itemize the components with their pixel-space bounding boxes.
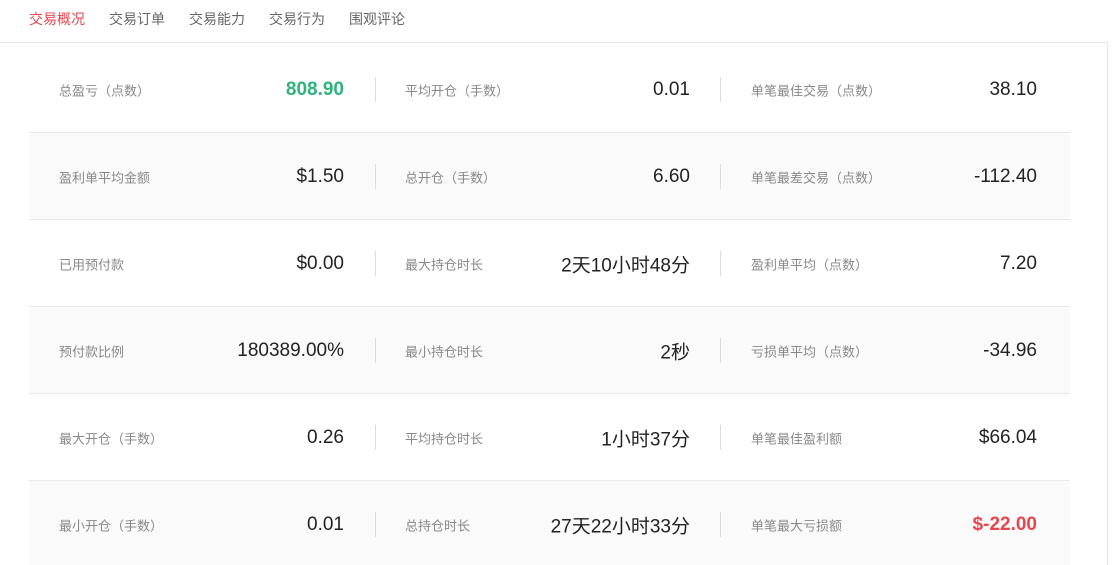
stats-row: 盈利单平均金额 $1.50 总开仓（手数） 6.60 单笔最差交易（点数） -1… <box>29 133 1070 220</box>
column-divider <box>375 251 376 276</box>
stat-total-pnl-points: 总盈亏（点数） 808.90 <box>59 46 344 133</box>
stat-label: 预付款比例 <box>59 344 125 359</box>
stat-label: 总持仓时长 <box>405 518 471 533</box>
stat-label: 单笔最差交易（点数） <box>751 170 882 185</box>
stat-value: 0.01 <box>307 513 344 535</box>
tab-comments[interactable]: 围观评论 <box>349 9 405 29</box>
column-divider <box>720 512 721 537</box>
stat-value: $66.04 <box>978 426 1037 448</box>
stat-label: 单笔最大亏损额 <box>751 518 843 533</box>
stat-label: 盈利单平均金额 <box>59 170 151 185</box>
stat-value: 6.60 <box>653 165 690 187</box>
stat-value: 38.10 <box>989 78 1037 100</box>
stat-best-profit-amount: 单笔最佳盈利额 $66.04 <box>751 394 1037 481</box>
column-divider <box>375 164 376 189</box>
column-divider <box>375 77 376 102</box>
stat-max-loss-amount: 单笔最大亏损额 $-22.00 <box>751 481 1037 565</box>
stat-label: 总开仓（手数） <box>405 170 497 185</box>
stat-label: 单笔最佳交易（点数） <box>751 83 882 98</box>
stat-label: 最小开仓（手数） <box>59 518 164 533</box>
column-divider <box>375 512 376 537</box>
stat-max-hold-time: 最大持仓时长 2天10小时48分 <box>405 220 690 307</box>
tab-bar: 交易概况 交易订单 交易能力 交易行为 围观评论 <box>0 0 1108 43</box>
stat-label: 平均持仓时长 <box>405 431 484 446</box>
column-divider <box>720 251 721 276</box>
stat-label: 盈利单平均（点数） <box>751 257 869 272</box>
tab-trading-overview[interactable]: 交易概况 <box>29 9 85 29</box>
column-divider <box>720 425 721 450</box>
stat-label: 已用预付款 <box>59 257 125 272</box>
tab-trading-orders[interactable]: 交易订单 <box>109 9 165 29</box>
stat-min-open-lots: 最小开仓（手数） 0.01 <box>59 481 344 565</box>
trading-overview-page: 交易概况 交易订单 交易能力 交易行为 围观评论 总盈亏（点数） 808.90 … <box>0 0 1115 565</box>
stat-value: -112.40 <box>973 165 1037 187</box>
stat-value: $0.00 <box>296 252 344 274</box>
stat-avg-loss-points: 亏损单平均（点数） -34.96 <box>751 307 1037 394</box>
stat-value: 808.90 <box>285 78 344 100</box>
stat-label: 亏损单平均（点数） <box>751 344 869 359</box>
stat-value: $-22.00 <box>972 513 1037 535</box>
column-divider <box>375 338 376 363</box>
stat-avg-profit-amount: 盈利单平均金额 $1.50 <box>59 133 344 220</box>
stat-avg-open-lots: 平均开仓（手数） 0.01 <box>405 46 690 133</box>
column-divider <box>720 77 721 102</box>
stats-row: 已用预付款 $0.00 最大持仓时长 2天10小时48分 盈利单平均（点数） 7… <box>29 220 1070 307</box>
stat-value: 180389.00% <box>237 339 344 361</box>
stat-value: 7.20 <box>1000 252 1037 274</box>
stat-total-open-lots: 总开仓（手数） 6.60 <box>405 133 690 220</box>
stats-row: 最小开仓（手数） 0.01 总持仓时长 27天22小时33分 单笔最大亏损额 $… <box>29 481 1070 565</box>
tab-trading-behavior[interactable]: 交易行为 <box>269 9 325 29</box>
stat-value: 1小时37分 <box>601 429 690 450</box>
stat-label: 最大持仓时长 <box>405 257 484 272</box>
stat-value: 27天22小时33分 <box>550 516 690 537</box>
stat-label: 总盈亏（点数） <box>59 83 151 98</box>
stats-grid: 总盈亏（点数） 808.90 平均开仓（手数） 0.01 单笔最佳交易（点数） … <box>29 46 1070 565</box>
column-divider <box>720 164 721 189</box>
stat-label: 最大开仓（手数） <box>59 431 164 446</box>
stat-value: 2秒 <box>660 342 690 363</box>
stat-best-trade-points: 单笔最佳交易（点数） 38.10 <box>751 46 1037 133</box>
stats-row: 总盈亏（点数） 808.90 平均开仓（手数） 0.01 单笔最佳交易（点数） … <box>29 46 1070 133</box>
stat-avg-profit-points: 盈利单平均（点数） 7.20 <box>751 220 1037 307</box>
stat-label: 平均开仓（手数） <box>405 83 510 98</box>
stats-row: 预付款比例 180389.00% 最小持仓时长 2秒 亏损单平均（点数） -34… <box>29 307 1070 394</box>
tab-trading-ability[interactable]: 交易能力 <box>189 9 245 29</box>
stat-max-open-lots: 最大开仓（手数） 0.26 <box>59 394 344 481</box>
stat-value: 2天10小时48分 <box>561 255 690 276</box>
stat-min-hold-time: 最小持仓时长 2秒 <box>405 307 690 394</box>
column-divider <box>375 425 376 450</box>
stat-value: -34.96 <box>983 339 1037 361</box>
stat-worst-trade-points: 单笔最差交易（点数） -112.40 <box>751 133 1037 220</box>
stat-avg-hold-time: 平均持仓时长 1小时37分 <box>405 394 690 481</box>
stat-used-margin: 已用预付款 $0.00 <box>59 220 344 307</box>
vertical-scrollbar[interactable] <box>1107 43 1115 565</box>
column-divider <box>720 338 721 363</box>
stat-value: 0.01 <box>653 78 690 100</box>
stat-value: $1.50 <box>296 165 344 187</box>
stat-margin-level: 预付款比例 180389.00% <box>59 307 344 394</box>
stat-total-hold-time: 总持仓时长 27天22小时33分 <box>405 481 690 565</box>
stat-label: 最小持仓时长 <box>405 344 484 359</box>
stats-row: 最大开仓（手数） 0.26 平均持仓时长 1小时37分 单笔最佳盈利额 $66.… <box>29 394 1070 481</box>
stat-label: 单笔最佳盈利额 <box>751 431 843 446</box>
stat-value: 0.26 <box>307 426 344 448</box>
